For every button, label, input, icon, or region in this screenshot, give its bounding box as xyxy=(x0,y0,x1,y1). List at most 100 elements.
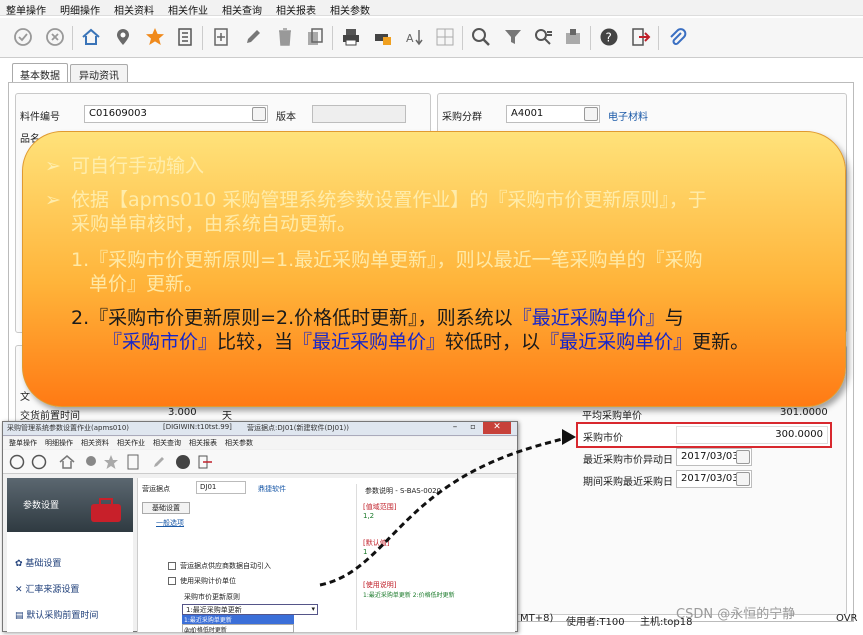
menu-item[interactable]: 整单操作 xyxy=(6,2,46,17)
status-tz: MT+8) xyxy=(520,613,554,624)
embedded-menu-item[interactable]: 相关资料 xyxy=(81,438,109,448)
star-icon[interactable] xyxy=(142,24,168,50)
grid-icon[interactable] xyxy=(432,24,458,50)
sidebar-item-leadtime[interactable]: ▤ 默认采购前置时间 xyxy=(15,608,98,621)
embedded-menu-item[interactable]: 相关作业 xyxy=(117,438,145,448)
list-icon xyxy=(127,454,139,470)
item-no-label: 料件编号 xyxy=(20,112,60,123)
status-ovr: OVR xyxy=(836,613,858,624)
callout-sub-1-line1: 1.『采购市价更新原则=1.最近采购单更新』，则以最近一笔采购单的『采购 xyxy=(71,249,703,271)
menu-item[interactable]: 相关作业 xyxy=(168,2,208,17)
sidebar-item-exchange[interactable]: ✕ 汇率来源设置 xyxy=(15,582,79,595)
site-field[interactable]: DJ01 xyxy=(196,481,246,494)
menu-item[interactable]: 相关参数 xyxy=(330,2,370,17)
cancel-icon[interactable] xyxy=(42,24,68,50)
embedded-menu-item[interactable]: 相关查询 xyxy=(153,438,181,448)
tab-change-info[interactable]: 异动资讯 xyxy=(70,64,128,84)
option-price-rule: 采购市价更新原则 xyxy=(184,593,240,601)
embedded-menu-item[interactable]: 相关参数 xyxy=(225,438,253,448)
help-icon xyxy=(176,455,190,469)
delete-icon[interactable] xyxy=(272,24,298,50)
svg-text:A: A xyxy=(406,32,414,45)
last-change-field[interactable]: 2017/03/03 xyxy=(676,448,752,466)
copy-icon[interactable] xyxy=(302,24,328,50)
purchase-group-field[interactable]: A4001 xyxy=(506,105,600,123)
embedded-menu-item[interactable]: 明细操作 xyxy=(45,438,73,448)
lookup-icon[interactable] xyxy=(252,107,266,121)
help-icon[interactable]: ? xyxy=(596,24,622,50)
market-price-field[interactable]: 300.0000 xyxy=(676,426,828,444)
menu-item[interactable]: 相关查询 xyxy=(222,2,262,17)
price-rule-select[interactable]: 1:最近采购单更新 ▾ xyxy=(182,604,318,615)
embedded-menu-item[interactable]: 相关报表 xyxy=(189,438,217,448)
search-icon[interactable] xyxy=(468,24,494,50)
callout-sub-1-line2: 单价』更新。 xyxy=(89,273,204,295)
cancel-icon xyxy=(31,454,47,470)
lookup-icon[interactable] xyxy=(584,107,598,121)
menubar: 整单操作 明细操作 相关资料 相关作业 相关查询 相关报表 相关参数 xyxy=(0,0,863,17)
chevron-down-icon: ▾ xyxy=(311,605,315,613)
market-price-label: 采购市价 xyxy=(583,433,623,444)
menu-item[interactable]: 相关资料 xyxy=(114,2,154,17)
status-user: 使用者:T100 xyxy=(566,617,625,628)
watermark: CSDN @永恒的宁静 xyxy=(676,607,796,622)
embedded-title-mid: [DIGIWIN:t10tst.99] xyxy=(163,423,232,431)
period-last-field[interactable]: 2017/03/03 xyxy=(676,470,752,488)
callout-bullet-2-line1: 依据【apms010 采购管理系统参数设置作业】的『采购市价更新原则』，于 xyxy=(71,189,707,211)
connector-arrow xyxy=(319,429,576,587)
exit-icon xyxy=(198,455,212,469)
sidebar-title: 参数设置 xyxy=(23,501,60,511)
item-no-field[interactable]: C01609003 xyxy=(84,105,268,123)
bullet-arrow-icon: ➢ xyxy=(45,155,61,177)
exit-icon[interactable] xyxy=(628,24,654,50)
gear-icon: ✿ xyxy=(15,559,26,569)
purchase-group-desc: 电子材料 xyxy=(608,112,648,123)
list-icon[interactable] xyxy=(172,24,198,50)
dropdown-option[interactable]: 1:最近采购单更新 xyxy=(182,615,294,624)
callout-bullet-1: 可自行手动输入 xyxy=(71,155,205,177)
exchange-icon: ✕ xyxy=(15,585,26,595)
tab-basic-settings[interactable]: 基础设置 xyxy=(142,502,190,514)
add-icon[interactable] xyxy=(208,24,234,50)
bullet-arrow-icon: ➢ xyxy=(45,189,61,211)
lead-days-value: 3.000 xyxy=(168,407,197,418)
general-options-link[interactable]: 一般选项 xyxy=(156,518,184,528)
menu-item[interactable]: 明细操作 xyxy=(60,2,100,17)
home-icon[interactable] xyxy=(78,24,104,50)
sidebar-item-basic[interactable]: ✿ 基础设置 xyxy=(15,556,61,569)
print-icon[interactable] xyxy=(338,24,364,50)
filter-icon[interactable] xyxy=(500,24,526,50)
annotation-callout: ➢ 可自行手动输入 ➢ 依据【apms010 采购管理系统参数设置作业】的『采购… xyxy=(22,131,846,407)
purchase-group-label: 采购分群 xyxy=(442,112,482,123)
sort-icon[interactable]: A xyxy=(402,24,428,50)
embedded-menu-item[interactable]: 整单操作 xyxy=(9,438,37,448)
callout-sub-2-line1: 2.『采购市价更新原则=2.价格低时更新』，则系统以『最近采购单价』与 xyxy=(71,307,684,329)
checkbox[interactable] xyxy=(168,562,176,570)
checkbox[interactable] xyxy=(168,577,176,585)
mrp-icon: ▤ xyxy=(15,611,27,621)
tab-basic-data[interactable]: 基本数据 xyxy=(12,63,68,84)
check-icon[interactable] xyxy=(10,24,36,50)
print-lock-icon[interactable] xyxy=(370,24,396,50)
toolbar: A ? xyxy=(0,18,863,58)
attach-icon[interactable] xyxy=(664,24,690,50)
option-pricing-unit: 使用采购计价单位 xyxy=(180,577,236,585)
check-icon xyxy=(9,454,25,470)
calendar-icon[interactable] xyxy=(736,450,750,464)
sidebar-header: 参数设置 xyxy=(7,478,133,532)
embedded-title: 采购管理系统参数设置作业(apms010) xyxy=(7,424,130,432)
pin-icon[interactable] xyxy=(110,24,136,50)
site-desc: 鼎捷软件 xyxy=(258,485,286,493)
svg-text:?: ? xyxy=(606,31,612,45)
version-field[interactable] xyxy=(312,105,406,123)
menu-item[interactable]: 相关报表 xyxy=(276,2,316,17)
edit-icon[interactable] xyxy=(240,24,266,50)
save-icon[interactable] xyxy=(560,24,586,50)
help-note-value: 1:最近采购单更新 2:价格低时更新 xyxy=(363,592,455,599)
option-auto-import: 营运据点供应商数据自动引入 xyxy=(180,562,271,570)
avg-price-value: 301.0000 xyxy=(780,407,828,418)
lead-days-unit: 天 xyxy=(222,411,232,422)
calendar-icon[interactable] xyxy=(736,472,750,486)
avg-price-label: 平均采购单价 xyxy=(582,411,642,422)
query-icon[interactable] xyxy=(530,24,556,50)
